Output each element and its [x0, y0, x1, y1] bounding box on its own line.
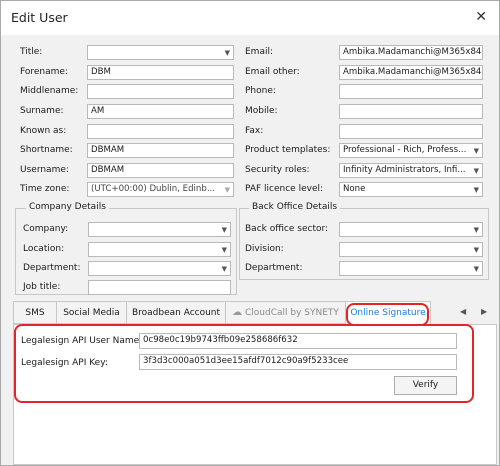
chevron-down-icon: ▼ — [473, 186, 479, 194]
username-label: Username: — [20, 165, 69, 175]
back-office-sector-select[interactable]: ▼ — [339, 222, 483, 237]
shortname-field[interactable]: DBMAM — [87, 143, 234, 158]
title-select[interactable]: ▼ — [87, 45, 234, 60]
edit-user-dialog: Edit User ✕ Title: ▼ Forename: DBM Middl… — [0, 0, 500, 466]
chevron-down-icon: ▼ — [473, 265, 479, 273]
tab-sms[interactable]: SMS — [13, 301, 57, 324]
security-roles-select[interactable]: Infinity Administrators, Infi... ▼ — [339, 163, 483, 178]
tab-broadbean-account[interactable]: Broadbean Account — [126, 301, 226, 324]
chevron-down-icon: ▼ — [221, 246, 227, 254]
chevron-down-icon: ▼ — [473, 167, 479, 175]
surname-label: Surname: — [20, 106, 64, 116]
chevron-down-icon: ▼ — [224, 186, 230, 194]
product-templates-label: Product templates: — [245, 145, 331, 155]
chevron-down-icon: ▼ — [473, 147, 479, 155]
company-details-title: Company Details — [26, 202, 109, 212]
tab-scroll-right-icon[interactable]: ▶ — [481, 307, 487, 316]
back-office-department-label: Department: — [245, 263, 303, 273]
chevron-down-icon: ▼ — [473, 226, 479, 234]
company-select[interactable]: ▼ — [88, 222, 231, 237]
back-office-department-select[interactable]: ▼ — [339, 261, 483, 276]
forename-field[interactable]: DBM — [87, 65, 234, 80]
dialog-title: Edit User — [11, 10, 68, 25]
middlename-field[interactable] — [87, 84, 234, 99]
fax-field[interactable] — [339, 124, 483, 139]
product-templates-select[interactable]: Professional - Rich, Profess... ▼ — [339, 143, 483, 158]
fax-label: Fax: — [245, 126, 264, 136]
back-office-sector-label: Back office sector: — [245, 224, 329, 234]
known-as-field[interactable] — [87, 124, 234, 139]
surname-field[interactable]: AM — [87, 104, 234, 119]
location-select[interactable]: ▼ — [88, 242, 231, 257]
middlename-label: Middlename: — [20, 86, 79, 96]
chevron-down-icon: ▼ — [221, 265, 227, 273]
phone-label: Phone: — [245, 86, 276, 96]
chevron-down-icon: ▼ — [221, 226, 227, 234]
company-label: Company: — [23, 224, 69, 234]
email-other-field[interactable]: Ambika.Madamanchi@M365x8414 — [339, 65, 483, 80]
job-title-field[interactable] — [88, 280, 231, 295]
email-label: Email: — [245, 47, 274, 57]
time-zone-select[interactable]: (UTC+00:00) Dublin, Edinb... ▼ — [87, 182, 234, 197]
known-as-label: Known as: — [20, 126, 67, 136]
online-signature-tab-highlight — [346, 303, 429, 326]
title-label: Title: — [20, 47, 43, 57]
email-other-label: Email other: — [245, 67, 300, 77]
paf-licence-level-label: PAF licence level: — [245, 184, 324, 194]
mobile-label: Mobile: — [245, 106, 278, 116]
shortname-label: Shortname: — [20, 145, 73, 155]
division-select[interactable]: ▼ — [339, 242, 483, 257]
cloud-icon: ☁ — [232, 307, 243, 318]
job-title-label: Job title: — [23, 282, 61, 292]
time-zone-label: Time zone: — [20, 184, 70, 194]
close-icon[interactable]: ✕ — [475, 9, 487, 25]
paf-licence-level-select[interactable]: None ▼ — [339, 182, 483, 197]
online-signature-fields-highlight — [14, 324, 474, 403]
department-select[interactable]: ▼ — [88, 261, 231, 276]
security-roles-label: Security roles: — [245, 165, 310, 175]
tab-cloudcall[interactable]: ☁ CloudCall by SYNETY — [225, 301, 346, 324]
tab-scroll-left-icon[interactable]: ◀ — [460, 307, 466, 316]
phone-field[interactable] — [339, 84, 483, 99]
back-office-details-title: Back Office Details — [249, 202, 341, 212]
department-label: Department: — [23, 263, 81, 273]
email-field[interactable]: Ambika.Madamanchi@M365x8414 — [339, 45, 483, 60]
title-bar: Edit User ✕ — [1, 1, 499, 35]
tab-social-media[interactable]: Social Media — [56, 301, 127, 324]
chevron-down-icon: ▼ — [224, 49, 230, 57]
forename-label: Forename: — [20, 67, 68, 77]
chevron-down-icon: ▼ — [473, 246, 479, 254]
division-label: Division: — [245, 244, 284, 254]
username-field[interactable]: DBMAM — [87, 163, 234, 178]
location-label: Location: — [23, 244, 65, 254]
mobile-field[interactable] — [339, 104, 483, 119]
